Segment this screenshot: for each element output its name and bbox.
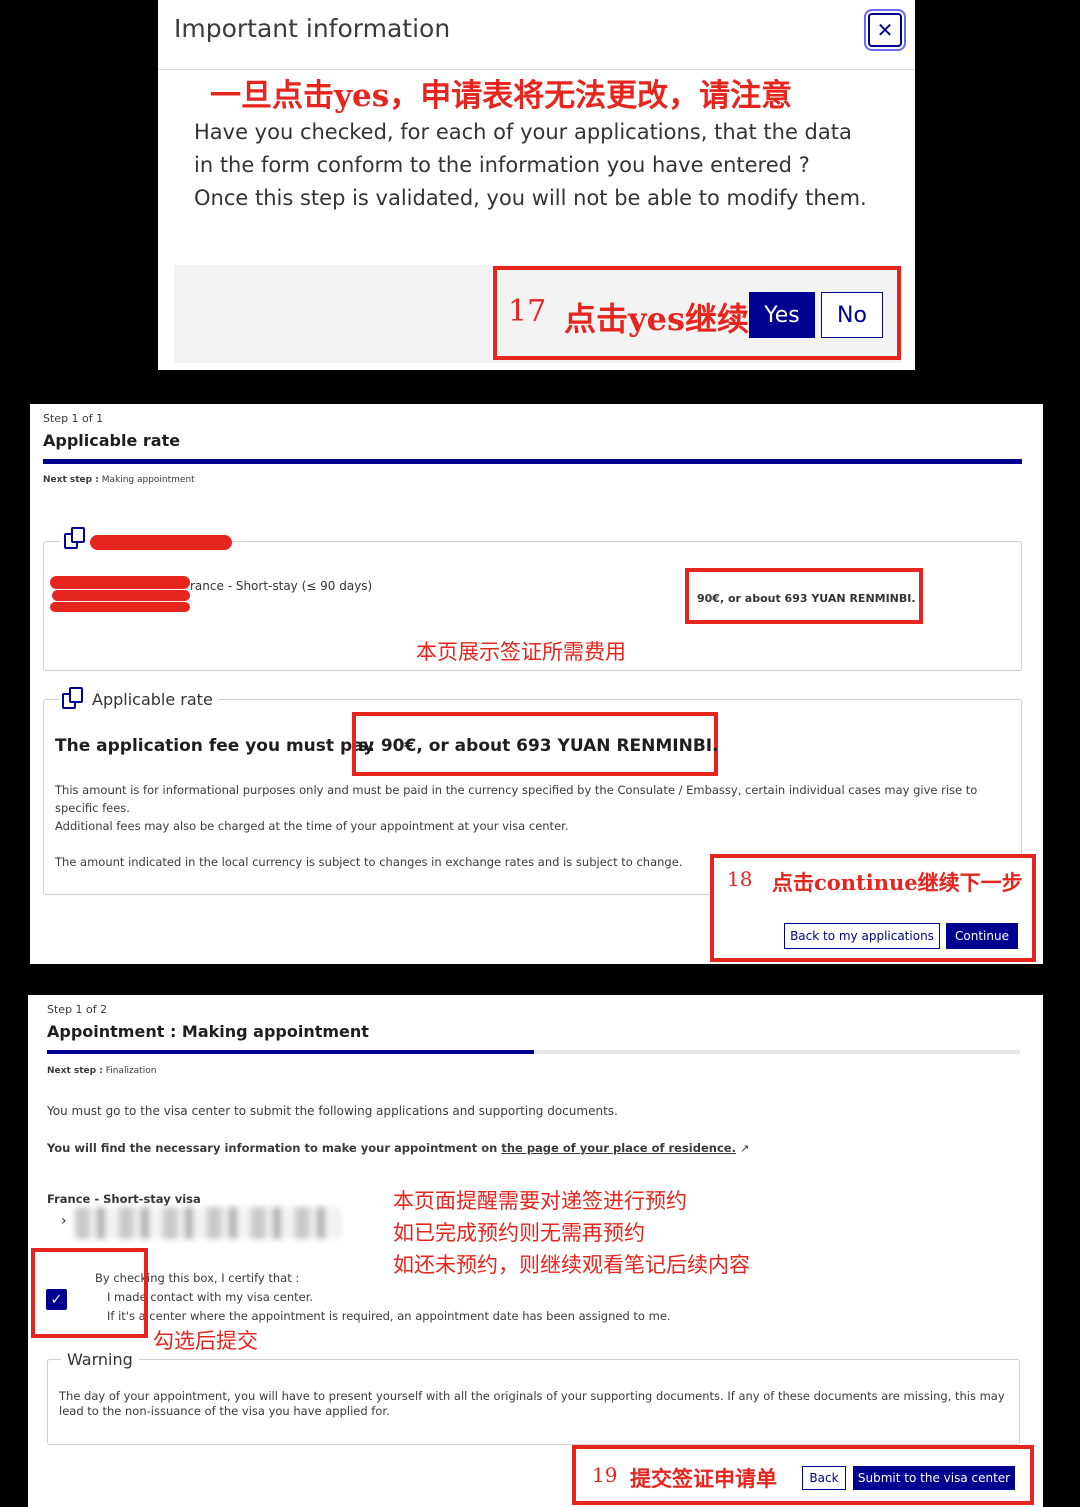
back-to-applications-button[interactable]: Back to my applications [784, 923, 940, 949]
checkmark-icon: ✓ [50, 1291, 63, 1308]
warning-legend: Warning [61, 1350, 139, 1369]
warning-line: The day of your appointment, you will ha… [59, 1389, 1005, 1403]
warning-text: The day of your appointment, you will ha… [59, 1389, 1014, 1419]
submit-button[interactable]: Submit to the visa center [853, 1466, 1015, 1490]
redaction [50, 602, 190, 612]
step-number: 17 [508, 294, 547, 329]
copy-icon [62, 687, 86, 711]
redaction [50, 576, 190, 589]
annotation-check: 勾选后提交 [153, 1329, 258, 1353]
annotation-line: 如已完成预约则无需再预约 [393, 1221, 645, 1245]
close-icon: ✕ [876, 18, 894, 42]
dialog-title: Important information [174, 14, 451, 43]
rate-legend-label: Applicable rate [92, 689, 213, 709]
close-button[interactable]: ✕ [868, 13, 902, 47]
annotation-fee: 本页展示签证所需费用 [416, 640, 626, 664]
chevron-right-icon[interactable]: › [61, 1213, 67, 1229]
page-title: Applicable rate [43, 431, 181, 450]
yes-button[interactable]: Yes [749, 292, 815, 338]
annotation-step: 点击continue继续下一步 [772, 870, 1023, 895]
step-number: 19 [592, 1463, 618, 1487]
redaction [90, 535, 232, 550]
visa-label: France - Short-stay visa [47, 1192, 201, 1206]
application-legend [60, 527, 92, 551]
info-line: specific fees. [55, 801, 130, 815]
rate-legend: Applicable rate [60, 687, 219, 711]
certify-intro: By checking this box, I certify that : [95, 1271, 300, 1285]
applicable-rate-page: Step 1 of 1 Applicable rate Next step : … [30, 404, 1043, 964]
continue-button[interactable]: Continue [946, 923, 1018, 949]
annotation-line: 本页面提醒需要对递签进行预约 [393, 1189, 687, 1213]
confirmation-dialog: Important information ✕ 一旦点击yes，申请表将无法更改… [158, 0, 915, 370]
step-indicator: Step 1 of 2 [47, 1003, 108, 1016]
message-line: in the form conform to the information y… [194, 153, 810, 177]
next-step: Next step : Making appointment [43, 475, 195, 485]
warning-line: lead to the non-issuance of the visa you… [59, 1404, 390, 1418]
next-step: Next step : Finalization [47, 1066, 156, 1076]
external-link-icon: ↗ [739, 1142, 750, 1155]
application-line: rance - Short-stay (≤ 90 days) [190, 579, 373, 593]
step-number: 18 [727, 867, 753, 891]
next-step-label: Next step : [47, 1066, 103, 1076]
step-indicator: Step 1 of 1 [43, 412, 104, 425]
annotation-step: 提交签证申请单 [630, 1466, 777, 1491]
application-fee: 90€, or about 693 YUAN RENMINBI. [697, 592, 916, 605]
certify-line: I made contact with my visa center. [107, 1290, 314, 1304]
next-step-label: Next step : [43, 475, 99, 485]
certify-line: If it's a center where the appointment i… [107, 1309, 671, 1323]
fee-prefix: The application fee you must pay [55, 736, 375, 756]
blurred-application [75, 1207, 340, 1239]
annotation-warning: 一旦点击yes，申请表将无法更改，请注意 [210, 78, 793, 114]
info-line: Additional fees may also be charged at t… [55, 819, 569, 833]
progress-fill [47, 1050, 534, 1054]
fee-amount: s: 90€, or about 693 YUAN RENMINBI. [358, 736, 719, 756]
redaction [52, 590, 190, 601]
certify-checkbox[interactable]: ✓ [46, 1289, 67, 1310]
back-button[interactable]: Back [802, 1466, 846, 1490]
find-info-text: You will find the necessary information … [47, 1141, 498, 1155]
progress-bar [43, 459, 1022, 464]
no-button[interactable]: No [821, 292, 883, 338]
info-line: This amount is for informational purpose… [55, 783, 978, 797]
next-step-value: Finalization [105, 1066, 157, 1076]
page-title: Appointment : Making appointment [47, 1022, 369, 1041]
dialog-message: Have you checked, for each of your appli… [194, 116, 867, 215]
copy-icon [64, 527, 88, 551]
appointment-page: Step 1 of 2 Appointment : Making appoint… [28, 995, 1043, 1507]
next-step-value: Making appointment [101, 475, 195, 485]
message-line: Have you checked, for each of your appli… [194, 120, 852, 144]
certify-block: By checking this box, I certify that : I… [95, 1269, 671, 1326]
residence-page-link[interactable]: the page of your place of residence. [501, 1141, 736, 1155]
find-info: You will find the necessary information … [47, 1141, 749, 1155]
message-line: Once this step is validated, you will no… [194, 186, 867, 210]
annotation-step: 点击yes继续 [564, 300, 749, 338]
intro-text: You must go to the visa center to submit… [47, 1104, 618, 1118]
